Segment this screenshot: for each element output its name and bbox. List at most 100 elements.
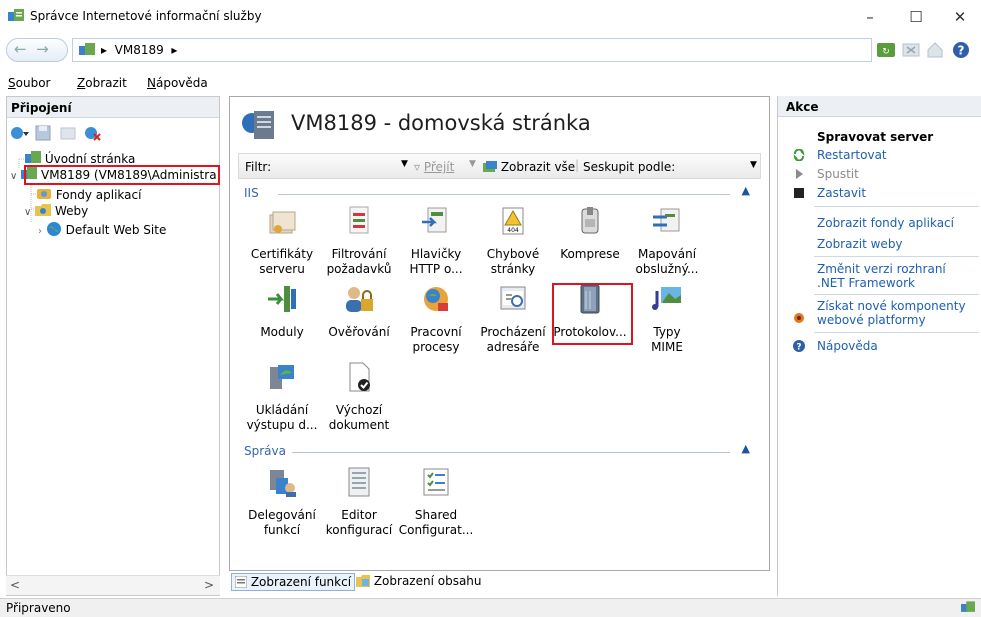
tab-content-view[interactable]: Zobrazení obsahu xyxy=(356,574,482,588)
feature-configuration-editor[interactable]: Editor konfigurací xyxy=(321,466,397,538)
save-icon[interactable] xyxy=(35,125,51,141)
feature-error-pages[interactable]: 404 Chybové stránky xyxy=(475,205,551,277)
filter-input[interactable] xyxy=(279,157,399,175)
feature-handler-mappings[interactable]: Mapování obslužný... xyxy=(629,205,705,277)
dropdown-arrow-icon[interactable]: ▼ xyxy=(401,159,408,169)
action-change-dotnet-version[interactable]: Změnit verzi rozhraní .NET Framework xyxy=(817,262,977,290)
tree-item-label: Default Web Site xyxy=(65,223,167,237)
chevron-right-icon[interactable]: › xyxy=(38,226,42,237)
features-view-icon xyxy=(234,575,248,589)
feature-label: Filtrování požadavků xyxy=(326,247,392,276)
back-forward-buttons[interactable]: ← → xyxy=(6,38,68,62)
help-icon[interactable]: ? xyxy=(951,40,971,60)
feature-compression[interactable]: Komprese xyxy=(552,205,628,262)
feature-label: Moduly xyxy=(260,325,304,339)
group-by-label[interactable]: Seskupit podle: xyxy=(583,160,675,174)
go-dropdown-icon[interactable]: ▼ xyxy=(469,159,476,169)
action-get-web-platform-components[interactable]: Získat nové komponenty webové platformy xyxy=(817,299,977,327)
connections-toolbar xyxy=(7,119,219,147)
delete-connection-icon[interactable] xyxy=(83,125,101,141)
group-header-iis[interactable]: IIS ▲ xyxy=(244,184,754,202)
tree-item-label: Fondy aplikací xyxy=(55,188,142,202)
feature-authentication[interactable]: Ověřování xyxy=(321,283,397,340)
feature-output-caching[interactable]: Ukládání výstupu d... xyxy=(244,361,320,433)
mime-types-icon xyxy=(652,287,681,310)
feature-http-headers[interactable]: Hlavičky HTTP o... xyxy=(398,205,474,277)
modules-icon xyxy=(268,286,296,312)
collapse-icon[interactable]: ▲ xyxy=(742,184,750,197)
separator xyxy=(814,294,979,295)
restart-icon xyxy=(793,149,805,161)
output-caching-icon xyxy=(270,365,294,389)
feature-delegation[interactable]: Delegování funkcí xyxy=(244,466,320,538)
feature-server-certificates[interactable]: Certifikáty serveru xyxy=(244,205,320,277)
up-icon[interactable] xyxy=(60,125,76,141)
filter-label: Filtr: xyxy=(245,160,272,174)
chevron-down-icon[interactable]: ∨ xyxy=(10,171,17,182)
go-button[interactable]: ▿ Přejít xyxy=(414,160,454,174)
refresh-icon[interactable]: ↻ xyxy=(876,40,896,60)
collapse-icon[interactable]: ▲ xyxy=(742,442,750,455)
home-icon[interactable] xyxy=(925,40,945,60)
feature-mime-types[interactable]: Typy MIME xyxy=(629,283,705,355)
window-title: Správce Internetové informační služby xyxy=(30,9,262,23)
svg-text:↻: ↻ xyxy=(882,47,890,57)
minimize-icon[interactable]: – xyxy=(855,6,885,28)
feature-default-document[interactable]: Výchozí dokument xyxy=(321,361,397,433)
title-bar: Správce Internetové informační služby – … xyxy=(0,0,981,34)
scroll-right-icon[interactable]: > xyxy=(204,578,214,592)
address-path[interactable]: ▸ VM8189 ▸ xyxy=(72,38,872,62)
feature-label: Editor konfigurací xyxy=(325,508,393,537)
group-by-dropdown-icon[interactable]: ▼ xyxy=(750,160,757,170)
menu-help[interactable]: Nápověda xyxy=(147,76,208,90)
menu-view[interactable]: Zobrazit xyxy=(77,76,127,90)
feature-label: Ověřování xyxy=(328,325,390,339)
connections-panel: Připojení Úvodní stránka ∨ VM8189 (VM818… xyxy=(6,96,220,596)
connections-scrollbar[interactable]: < > xyxy=(6,575,220,595)
feature-label: Delegování funkcí xyxy=(248,508,316,537)
menu-file[interactable]: Soubor xyxy=(8,76,50,90)
feature-label: Hlavičky HTTP o... xyxy=(409,247,463,276)
stop-loading-icon[interactable] xyxy=(901,40,921,60)
back-arrow-icon[interactable]: ← xyxy=(14,40,27,58)
help-icon: ? xyxy=(793,340,805,352)
funnel-icon: ▿ xyxy=(414,160,421,174)
connect-icon[interactable] xyxy=(10,125,32,141)
chevron-down-icon[interactable]: ∨ xyxy=(24,207,31,218)
action-help[interactable]: Nápověda xyxy=(817,339,878,353)
feature-request-filtering[interactable]: Filtrování požadavků xyxy=(321,205,397,277)
feature-worker-processes[interactable]: Pracovní procesy xyxy=(398,283,474,355)
tab-features-view[interactable]: Zobrazení funkcí xyxy=(231,573,356,591)
show-all-icon xyxy=(483,161,497,172)
feature-label: Pracovní procesy xyxy=(410,325,462,354)
manage-server-heading: Spravovat server xyxy=(817,130,934,144)
view-tabs: Zobrazení funkcí Zobrazení obsahu xyxy=(229,572,770,594)
close-icon[interactable]: ✕ xyxy=(945,6,975,28)
action-stop[interactable]: Zastavit xyxy=(817,186,866,200)
action-view-sites[interactable]: Zobrazit weby xyxy=(817,237,903,251)
tree-item-sites[interactable]: ∨ Weby xyxy=(24,203,88,220)
path-segment[interactable]: VM8189 xyxy=(115,43,164,57)
feature-directory-browsing[interactable]: Procházení adresáře xyxy=(475,283,551,355)
tab-label: Zobrazení obsahu xyxy=(373,574,482,588)
go-label: Přejít xyxy=(423,160,455,174)
highlight-box xyxy=(24,165,220,185)
svg-text:?: ? xyxy=(796,343,801,353)
feature-label: Certifikáty serveru xyxy=(250,247,314,276)
action-view-app-pools[interactable]: Zobrazit fondy aplikací xyxy=(817,216,954,230)
feature-modules[interactable]: Moduly xyxy=(244,283,320,340)
server-large-icon xyxy=(242,111,274,139)
scroll-left-icon[interactable]: < xyxy=(10,578,20,592)
tree-item-app-pools[interactable]: Fondy aplikací xyxy=(36,187,141,204)
server-icon xyxy=(79,43,95,55)
show-all-button[interactable]: Zobrazit vše xyxy=(483,160,575,174)
action-start[interactable]: Spustit xyxy=(817,167,859,181)
forward-arrow-icon[interactable]: → xyxy=(36,40,49,58)
maximize-icon[interactable]: ☐ xyxy=(901,6,931,28)
group-header-management[interactable]: Správa ▲ xyxy=(244,442,754,460)
connections-header: Připojení xyxy=(7,97,219,118)
feature-shared-configuration[interactable]: Shared Configurat... xyxy=(398,466,474,538)
status-bar: Připraveno xyxy=(0,598,981,617)
tree-item-default-web-site[interactable]: › Default Web Site xyxy=(38,221,166,238)
action-restart[interactable]: Restartovat xyxy=(817,148,887,162)
